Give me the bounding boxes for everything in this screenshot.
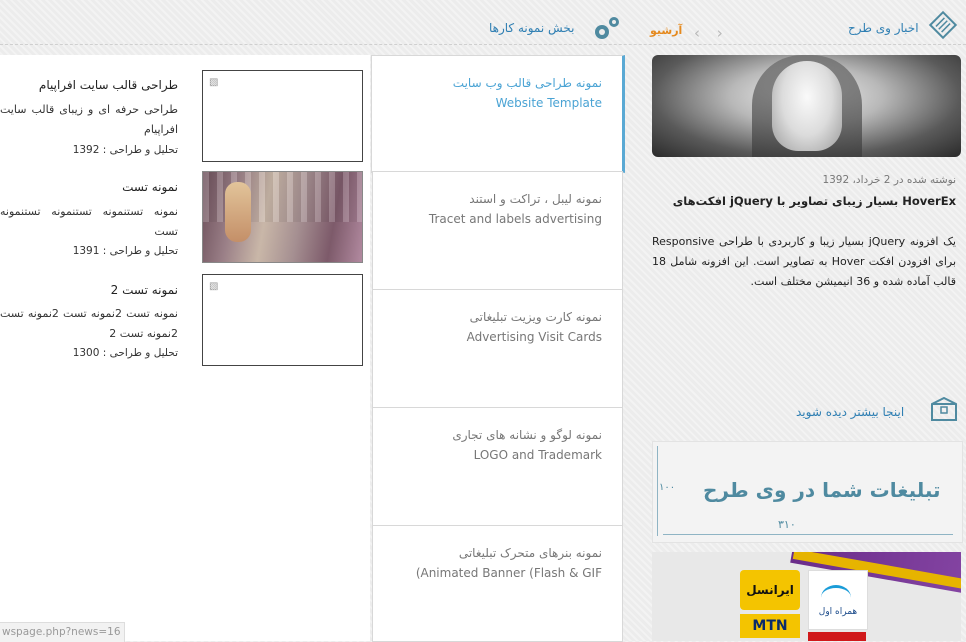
tab-website-template[interactable]: نمونه طراحی قالب وب سایت Website Templat… — [371, 55, 625, 173]
photo-figure-shape — [225, 182, 251, 242]
broken-image-icon: ▧ — [209, 77, 219, 88]
tab-label-en: Tracet and labels advertising — [428, 212, 602, 226]
tab-label-fa: نمونه لیبل ، تراکت و استند — [469, 192, 602, 206]
browser-status-bar: wspage.php?news=16 — [0, 622, 125, 642]
tab-label-fa: نمونه لوگو و نشانه های تجاری — [452, 428, 602, 442]
tab-label-fa: نمونه طراحی قالب وب سایت — [452, 76, 602, 90]
tab-labels-advertising[interactable]: نمونه لیبل ، تراکت و استند Tracet and la… — [372, 171, 623, 290]
ad-height-line — [657, 446, 658, 536]
news-posted-date: نوشته شده در 2 خرداد، 1392 — [822, 174, 956, 186]
portfolio-category-tabs: نمونه طراحی قالب وب سایت Website Templat… — [371, 55, 625, 642]
tab-label-fa: نمونه بنرهای متحرک تبلیغاتی — [458, 546, 602, 560]
item-thumbnail[interactable]: ▧ — [202, 70, 363, 162]
box-icon — [928, 394, 960, 426]
ad-width-label: ۳۱۰ — [778, 518, 796, 531]
ad-width-line — [663, 534, 953, 535]
item-title[interactable]: نمونه تست 2 — [111, 283, 178, 297]
broken-image-icon: ▧ — [209, 281, 219, 292]
tab-animated-banner[interactable]: نمونه بنرهای متحرک تبلیغاتی (Animated Ba… — [372, 525, 623, 642]
item-title[interactable]: طراحی قالب سایت افراپیام — [39, 78, 178, 92]
item-date: تحلیل و طراحی : 1300 — [72, 347, 178, 359]
news-icon — [928, 10, 958, 40]
item-description: طراحی حرفه ای و زیبای قالب سایت افراپیام — [0, 103, 178, 136]
hamrah-aval-logo: همراه اول — [808, 570, 868, 630]
tab-label-en: (Animated Banner (Flash & GIF — [415, 566, 602, 580]
mtn-logo: MTN — [740, 614, 800, 638]
item-thumbnail[interactable] — [202, 171, 363, 263]
tab-label-en: LOGO and Trademark — [473, 448, 602, 462]
item-date: تحلیل و طراحی : 1392 — [72, 144, 178, 156]
portfolio-items: ▧ طراحی قالب سایت افراپیام طراحی حرفه ای… — [0, 55, 370, 641]
tab-label-en: Advertising Visit Cards — [466, 330, 602, 344]
irancell-logo: ایرانسل — [740, 570, 800, 610]
hero-face-shape — [772, 61, 842, 151]
ad-height-label: ۱۰۰ — [659, 482, 676, 493]
tab-label-fa: نمونه کارت ویزیت تبلیغاتی — [469, 310, 602, 324]
news-section-title: اخبار وی طرح — [848, 21, 919, 35]
news-body: یک افزونه jQuery بسیار زیبا و کاربردی با… — [652, 235, 957, 288]
news-headline[interactable]: افکت‌های jQuery بسیار زیبای تصاویر با Ho… — [652, 194, 956, 208]
tab-visit-cards[interactable]: نمونه کارت ویزیت تبلیغاتی Advertising Vi… — [372, 289, 623, 408]
ad-banner-text: تبلیغات شما در وی طرح — [703, 478, 941, 502]
news-hero-image[interactable] — [652, 55, 961, 157]
advertise-link[interactable]: اینجا بیشتر دیده شوید — [796, 405, 904, 419]
hamrah-label: همراه اول — [818, 607, 858, 617]
archive-link[interactable]: آرشیو — [650, 24, 682, 37]
item-title[interactable]: نمونه تست — [122, 180, 178, 194]
tab-logo-trademark[interactable]: نمونه لوگو و نشانه های تجاری LOGO and Tr… — [372, 407, 623, 526]
item-description: نمونه تستنمونه تستنمونه تستنمونه تست — [0, 205, 178, 238]
header-divider — [0, 44, 966, 45]
news-nav-arrows[interactable]: ‹ › — [694, 24, 729, 42]
item-date: تحلیل و طراحی : 1391 — [72, 245, 178, 257]
item-thumbnail[interactable]: ▧ — [202, 274, 363, 366]
works-section-title: بخش نمونه کارها — [489, 21, 575, 35]
tab-label-en: Website Template — [495, 96, 602, 110]
gears-icon — [590, 14, 622, 44]
ad-operators-banner[interactable]: ایرانسل MTN همراه اول — [652, 552, 961, 641]
red-logo-strip — [808, 632, 866, 641]
ad-banner-placeholder[interactable]: ۱۰۰ تبلیغات شما در وی طرح ۳۱۰ — [652, 441, 963, 543]
item-description: نمونه تست 2نمونه تست 2نمونه تست 2نمونه ت… — [0, 307, 178, 340]
